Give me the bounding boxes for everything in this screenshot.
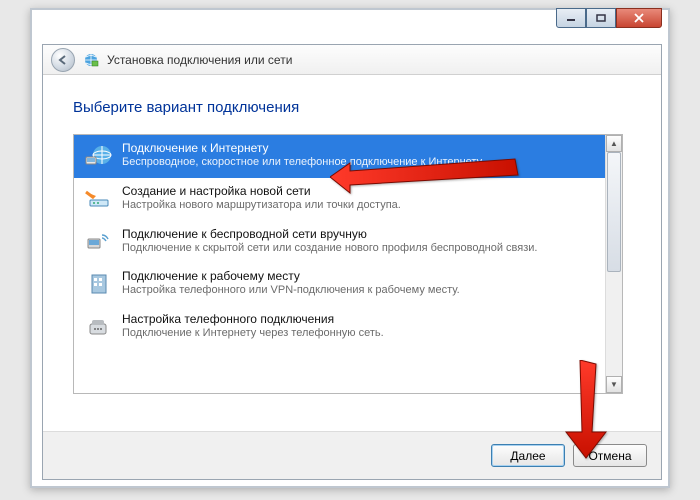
scroll-thumb[interactable] — [607, 152, 621, 272]
maximize-button[interactable] — [586, 8, 616, 28]
option-wireless-manual[interactable]: Подключение к беспроводной сети вручную … — [74, 221, 605, 264]
window-frame: Установка подключения или сети Выберите … — [30, 8, 670, 488]
option-dialup[interactable]: Настройка телефонного подключения Подклю… — [74, 306, 605, 349]
scroll-up-button[interactable]: ▲ — [606, 135, 622, 152]
option-desc: Беспроводное, скоростное или телефонное … — [122, 156, 595, 170]
option-title: Подключение к рабочему месту — [122, 269, 595, 284]
wizard-title: Установка подключения или сети — [107, 53, 292, 67]
option-desc: Настройка телефонного или VPN-подключени… — [122, 284, 595, 298]
option-title: Подключение к беспроводной сети вручную — [122, 227, 595, 242]
option-title: Подключение к Интернету — [122, 141, 595, 156]
option-title: Создание и настройка новой сети — [122, 184, 595, 199]
globe-icon — [84, 143, 112, 167]
minimize-button[interactable] — [556, 8, 586, 28]
page-title: Выберите вариант подключения — [73, 99, 631, 116]
option-workplace[interactable]: Подключение к рабочему месту Настройка т… — [74, 263, 605, 306]
options-listbox: Подключение к Интернету Беспроводное, ск… — [73, 134, 623, 394]
option-new-network[interactable]: Создание и настройка новой сети Настройк… — [74, 178, 605, 221]
wizard-header: Установка подключения или сети — [43, 45, 661, 75]
router-icon — [84, 186, 112, 210]
option-desc: Подключение к скрытой сети или создание … — [122, 242, 595, 256]
next-button[interactable]: Далее — [491, 444, 565, 467]
titlebar-buttons — [556, 8, 662, 28]
scroll-down-button[interactable]: ▼ — [606, 376, 622, 393]
scrollbar[interactable]: ▲ ▼ — [605, 135, 622, 393]
close-button[interactable] — [616, 8, 662, 28]
cancel-button[interactable]: Отмена — [573, 444, 647, 467]
option-desc: Подключение к Интернету через телефонную… — [122, 327, 595, 341]
option-internet[interactable]: Подключение к Интернету Беспроводное, ск… — [74, 135, 605, 178]
wizard-footer: Далее Отмена — [43, 431, 661, 479]
back-button[interactable] — [51, 48, 75, 72]
building-icon — [84, 271, 112, 295]
option-title: Настройка телефонного подключения — [122, 312, 595, 327]
wizard-body: Выберите вариант подключения Подключение… — [43, 75, 661, 394]
wireless-icon — [84, 229, 112, 253]
options-container: Подключение к Интернету Беспроводное, ск… — [74, 135, 605, 393]
network-icon — [83, 52, 99, 68]
wizard-dialog: Установка подключения или сети Выберите … — [42, 44, 662, 480]
phone-icon — [84, 314, 112, 338]
option-desc: Настройка нового маршрутизатора или точк… — [122, 199, 595, 213]
